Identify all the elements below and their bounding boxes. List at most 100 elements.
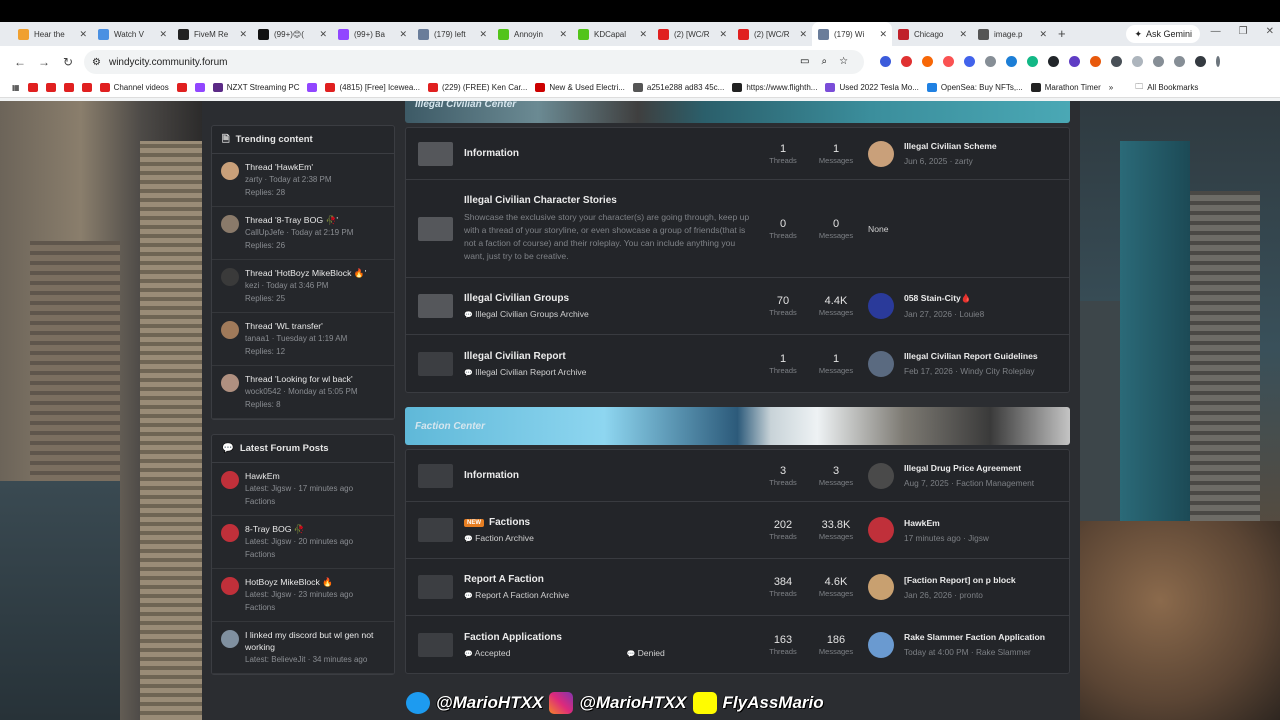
bookmark-star-icon[interactable]: ☆ [839,56,848,67]
trending-item[interactable]: Thread 'HawkEm' zarty · Today at 2:38 PM R… [212,154,394,207]
node-title[interactable]: Illegal Civilian Groups [464,293,569,304]
bookmark-item[interactable] [27,83,38,92]
site-info-icon[interactable]: ⚙ [92,57,101,68]
forum-node[interactable]: Illegal Civilian Groups 💬 Illegal Civilia… [406,278,1069,335]
all-bookmarks[interactable]: 🗀 All Bookmarks [1135,81,1198,95]
forward-icon[interactable]: → [32,55,56,69]
tab-close-icon[interactable]: ✕ [799,29,807,40]
trending-item[interactable]: Thread '8-Tray BOG 🥀' CallUpJefe · Today … [212,207,394,260]
sidepanel-icon[interactable] [1174,56,1185,67]
bookmark-item[interactable] [81,83,92,92]
url-bar[interactable]: ⚙ windycity.community.forum [84,50,864,74]
category-title[interactable]: Faction Center [415,421,485,432]
browser-tab[interactable]: Chicago ✕ [892,22,972,46]
trending-item[interactable]: Thread 'WL transfer' tanaa1 · Tuesday at … [212,313,394,366]
bookmark-item[interactable] [63,83,74,92]
tab-close-icon[interactable]: ✕ [239,29,247,40]
browser-tab[interactable]: image.p ✕ [972,22,1052,46]
tab-close-icon[interactable]: ✕ [79,29,87,40]
bookmark-item[interactable]: Marathon Timer [1030,83,1101,92]
browser-tab[interactable]: (2) [WC/R ✕ [732,22,812,46]
category-banner[interactable]: Illegal Civilian Center [405,101,1070,123]
tab-close-icon[interactable]: ✕ [719,29,727,40]
node-title[interactable]: Information [464,148,519,159]
browser-tab[interactable]: (179) Wi ✕ [812,22,892,46]
tab-close-icon[interactable]: ✕ [639,29,647,40]
browser-tab[interactable]: FiveM Re ✕ [172,22,252,46]
last-post-title[interactable]: 058 Stain-City🩸 [904,293,984,304]
tab-close-icon[interactable]: ✕ [399,29,407,40]
bookmark-item[interactable] [194,83,205,92]
minimize-icon[interactable]: — [1211,26,1221,37]
avatar[interactable] [221,321,239,339]
bookmark-item[interactable]: https://www.flighth... [732,83,817,92]
browser-tab[interactable]: Hear the ✕ [12,22,92,46]
subforum-link[interactable]: 💬 Report A Faction Archive [464,590,569,600]
extension-icon[interactable] [901,56,912,67]
back-icon[interactable]: ← [8,55,32,69]
forum-node[interactable]: NEW Factions 💬 Faction Archive 202 Threads 33… [406,502,1069,559]
extension-icon[interactable] [922,56,933,67]
bookmark-item[interactable]: OpenSea: Buy NFTs,... [926,83,1023,92]
zoom-icon[interactable]: ⌕ [821,56,827,67]
avatar[interactable] [221,162,239,180]
item-forum[interactable]: Factions [245,549,353,561]
bookmark-item[interactable]: a251e288 ad83 45c... [632,83,724,92]
cast-icon[interactable]: ▭ [800,56,809,67]
subforum-link[interactable]: 💬 Accepted [464,648,510,658]
bookmark-item[interactable]: New & Used Electri... [535,83,625,92]
avatar[interactable] [221,577,239,595]
forum-node[interactable]: Illegal Civilian Character Stories Showca… [406,180,1069,278]
menu-icon[interactable] [1216,56,1220,67]
node-title[interactable]: Illegal Civilian Report [464,351,566,362]
subforum-link[interactable]: 💬 Denied [626,648,664,658]
extension-icon[interactable] [1006,56,1017,67]
tab-close-icon[interactable]: ✕ [319,29,327,40]
browser-tab[interactable]: KDCapal ✕ [572,22,652,46]
extension-icon[interactable] [943,56,954,67]
latest-post-item[interactable]: HotBoyz MikeBlock 🔥 Latest: Jigsw · 23 mi… [212,569,394,622]
category-title[interactable]: Illegal Civilian Center [415,101,516,110]
latest-post-item[interactable]: I linked my discord but wl gen not worki… [212,622,394,674]
extension-icon[interactable] [1027,56,1038,67]
last-post-title[interactable]: Rake Slammer Faction Application [904,632,1045,642]
last-post-title[interactable]: Illegal Civilian Scheme [904,141,997,151]
forum-node[interactable]: Information 3 Threads 3 Messages Illegal Drug… [406,450,1069,502]
extension-icon[interactable] [1069,56,1080,67]
restore-icon[interactable]: ❐ [1239,26,1248,37]
browser-tab[interactable]: (99+)😊(✕ [252,22,332,46]
tab-close-icon[interactable]: ✕ [559,29,567,40]
node-title[interactable]: Factions [489,517,530,528]
item-title[interactable]: Thread 'WL transfer' [245,320,347,332]
latest-post-item[interactable]: 8-Tray BOG 🥀 Latest: Jigsw · 20 minutes a… [212,516,394,569]
item-title[interactable]: HawkEm [245,470,353,482]
avatar[interactable] [221,630,239,648]
forum-node[interactable]: Report A Faction 💬 Report A Faction Archi… [406,559,1069,616]
item-title[interactable]: Thread 'Looking for wl back' [245,373,358,385]
last-post-title[interactable]: [Faction Report] on p block [904,575,1016,585]
browser-tab[interactable]: (179) left ✕ [412,22,492,46]
bookmark-item[interactable] [176,83,187,92]
last-post-avatar[interactable] [868,631,894,658]
item-title[interactable]: Thread '8-Tray BOG 🥀' [245,214,353,226]
item-forum[interactable]: Factions [245,496,353,508]
tab-close-icon[interactable]: ✕ [1039,29,1047,40]
profile-avatar[interactable] [1195,56,1206,67]
item-title[interactable]: I linked my discord but wl gen not worki… [245,629,386,653]
extension-icon[interactable] [1111,56,1122,67]
item-title[interactable]: Thread 'HotBoyz MikeBlock 🔥' [245,267,366,279]
last-post[interactable]: None [868,224,889,234]
last-post[interactable]: Illegal Civilian Scheme Jun 6, 2025 · zar… [868,140,997,167]
last-post-title[interactable]: HawkEm [904,518,989,528]
browser-tab[interactable]: Annoyin ✕ [492,22,572,46]
node-title[interactable]: Illegal Civilian Character Stories [464,195,617,206]
forum-node[interactable]: Information 1 Threads 1 Messages Illegal Civi… [406,128,1069,180]
avatar[interactable] [221,215,239,233]
bookmark-item[interactable]: (229) (FREE) Ken Car... [427,83,527,92]
bookmark-item[interactable] [45,83,56,92]
last-post[interactable]: 058 Stain-City🩸 Jan 27, 2026 · Louie8 [868,293,984,319]
category-banner[interactable]: Faction Center [405,407,1070,445]
last-post[interactable]: [Faction Report] on p block Jan 26, 2026 … [868,574,1016,600]
item-forum[interactable]: Factions [245,602,353,614]
node-title[interactable]: Report A Faction [464,574,544,585]
